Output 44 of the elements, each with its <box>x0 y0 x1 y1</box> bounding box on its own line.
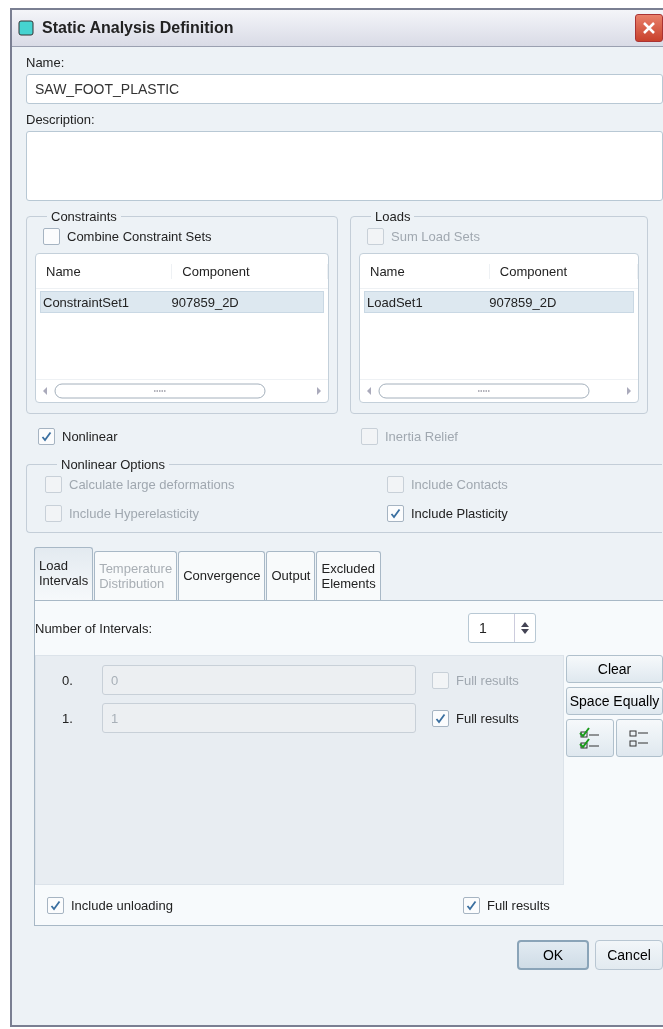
tab[interactable]: Output <box>266 551 316 601</box>
checkbox-label: Include unloading <box>71 897 173 913</box>
checkbox-label: Nonlinear <box>62 429 118 444</box>
checkbox-label: Include Plasticity <box>411 506 508 521</box>
side-button[interactable]: Clear <box>566 655 663 683</box>
window-title: Static Analysis Definition <box>42 19 235 37</box>
table-cell-text: ConstraintSet1 <box>42 294 130 310</box>
checkbox-label: Include Contacts <box>411 477 508 492</box>
list-table[interactable]: Name Component ConstraintSet1 907859_2D <box>35 253 329 403</box>
side-button[interactable]: Space Equally <box>566 687 663 715</box>
dialog-button[interactable]: Cancel <box>595 940 663 970</box>
group-title: Nonlinear Options <box>60 457 167 472</box>
checkbox-label: Combine Constraint Sets <box>67 229 212 244</box>
list-table[interactable]: Name Component LoadSet1 907859_2D <box>359 253 639 403</box>
tab[interactable]: Load Intervals <box>34 547 94 601</box>
table-row[interactable]: ConstraintSet1 907859_2D <box>40 291 324 313</box>
field-label: Number of Intervals: <box>35 620 153 636</box>
column-header[interactable]: Component <box>172 263 328 279</box>
field-label: Description: <box>26 112 96 127</box>
checkbox-label: Include Hyperelasticity <box>69 506 200 521</box>
checkbox-label: Inertia Relief <box>385 429 458 444</box>
checkbox-label: Full results <box>456 710 519 726</box>
checkbox-label: Calculate large deformations <box>69 477 235 492</box>
spinner-value: 1 <box>478 620 488 636</box>
checkbox-label: Sum Load Sets <box>391 229 480 244</box>
tab[interactable]: Convergence <box>178 551 266 601</box>
tab[interactable]: Excluded Elements <box>316 551 381 601</box>
column-header[interactable]: Component <box>489 263 638 279</box>
column-header[interactable]: Name <box>36 263 173 279</box>
field-label: Name: <box>26 55 66 70</box>
table-cell-text: 907859_2D <box>170 294 240 310</box>
dialog-button[interactable]: OK <box>517 940 589 970</box>
group-title: Constraints <box>50 209 118 224</box>
row-index: 1. <box>61 710 74 726</box>
interval-spinner[interactable]: 1 <box>468 613 536 643</box>
checkbox-label: Full results <box>487 897 550 913</box>
checkbox-label: Full results <box>456 672 519 688</box>
group-title: Loads <box>374 209 412 224</box>
column-header[interactable]: Name <box>360 263 490 279</box>
table-cell-text: LoadSet1 <box>366 294 424 310</box>
row-index: 0. <box>61 672 74 688</box>
table-cell-text: 907859_2D <box>488 294 558 310</box>
table-row[interactable]: LoadSet1 907859_2D <box>364 291 634 313</box>
name-field[interactable]: SAW_FOOT_PLASTIC <box>26 74 663 104</box>
